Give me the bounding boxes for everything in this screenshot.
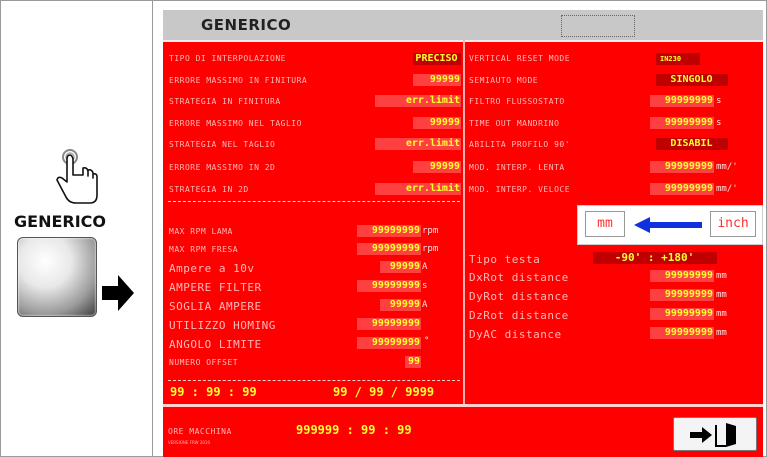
generico-label: GENERICO	[14, 212, 106, 231]
param-value[interactable]: err.limit	[375, 183, 461, 195]
param-label: Ampere a 10v	[169, 262, 255, 275]
page-title: GENERICO	[201, 16, 292, 34]
param-label: FILTRO FLUSSOSTATO	[469, 97, 565, 106]
param-label: TIME OUT MANDRINO	[469, 119, 560, 128]
param-unit: mm	[716, 328, 727, 338]
param-unit: mm	[716, 290, 727, 300]
param-unit: °	[424, 336, 430, 346]
param-label: DyAC distance	[469, 328, 562, 341]
param-unit: s	[716, 118, 722, 128]
machine-hours-value: 999999 : 99 : 99	[296, 423, 412, 437]
param-value[interactable]: DISABIL	[656, 138, 728, 150]
param-value[interactable]: 99999	[413, 161, 461, 173]
param-value[interactable]: err.limit	[375, 138, 461, 150]
param-value[interactable]: 99999	[380, 299, 421, 311]
param-value[interactable]: 99999	[413, 117, 461, 129]
dashed-separator-top	[168, 201, 460, 202]
param-label: DyRot distance	[469, 290, 569, 303]
param-value[interactable]: 99999999	[650, 327, 714, 339]
param-label: VERTICAL RESET MODE	[469, 54, 571, 63]
param-value[interactable]: 99999999	[357, 280, 421, 292]
param-label: ERRORE MASSIMO IN 2D	[169, 163, 276, 172]
title-bar: GENERICO	[163, 10, 763, 42]
time-display: 99 : 99 : 99	[170, 385, 257, 399]
left-divider	[152, 0, 153, 457]
param-unit: mm	[716, 309, 727, 319]
head-type-label: Tipo testa	[469, 253, 541, 266]
left-arrow-icon	[632, 215, 704, 239]
param-value[interactable]: 99999	[413, 74, 461, 86]
generico-button[interactable]	[17, 237, 97, 317]
param-unit: mm/'	[716, 162, 738, 172]
param-value[interactable]: 99999999	[650, 308, 714, 320]
dashed-separator-bottom	[168, 380, 460, 381]
param-label: ERRORE MASSIMO IN FINITURA	[169, 76, 308, 85]
param-value[interactable]: 99999999	[650, 289, 714, 301]
unit-selector: mm inch	[577, 205, 763, 245]
param-value[interactable]: 99	[405, 356, 421, 368]
param-unit: rpm	[422, 226, 439, 236]
param-label: SEMIAUTO MODE	[469, 76, 539, 85]
param-value[interactable]: err.limit	[375, 95, 461, 107]
exit-door-icon	[688, 422, 746, 452]
param-label: STRATEGIA NEL TAGLIO	[169, 140, 276, 149]
param-value[interactable]: 99999999	[650, 117, 714, 129]
param-label: MAX RPM LAMA	[169, 227, 233, 236]
param-label: MAX RPM FRESA	[169, 245, 239, 254]
param-unit: A	[422, 300, 428, 310]
footer-separator	[163, 404, 763, 407]
param-value[interactable]: 99999999	[650, 270, 714, 282]
right-arrow-icon	[100, 273, 136, 317]
param-value[interactable]: 99999999	[357, 337, 421, 349]
param-value[interactable]: IN230	[656, 53, 700, 65]
param-unit: A	[422, 262, 428, 272]
param-unit: rpm	[422, 244, 439, 254]
title-field	[561, 15, 635, 37]
param-unit: s	[422, 281, 428, 291]
param-label: SOGLIA AMPERE	[169, 300, 262, 313]
head-type-value[interactable]: -90' : +180'	[593, 252, 717, 264]
param-value[interactable]: 99999999	[357, 243, 421, 255]
param-value[interactable]: 99999999	[357, 318, 421, 330]
param-label: MOD. INTERP. LENTA	[469, 163, 565, 172]
param-label: MOD. INTERP. VELOCE	[469, 185, 571, 194]
param-label: STRATEGIA IN 2D	[169, 185, 249, 194]
param-value[interactable]: 99999	[380, 261, 421, 273]
param-unit: mm	[716, 271, 727, 281]
firmware-version: VERSIONE FRW 2010	[168, 440, 211, 445]
param-label: UTILIZZO HOMING	[169, 319, 276, 332]
param-label: NUMERO OFFSET	[169, 358, 239, 367]
column-separator	[463, 40, 465, 404]
param-value[interactable]: PRECISO	[413, 53, 461, 65]
inch-button[interactable]: inch	[710, 211, 756, 237]
param-label: TIPO DI INTERPOLAZIONE	[169, 54, 286, 63]
param-label: ERRORE MASSIMO NEL TAGLIO	[169, 119, 302, 128]
param-label: DxRot distance	[469, 271, 569, 284]
param-label: AMPERE FILTER	[169, 281, 262, 294]
date-display: 99 / 99 / 9999	[333, 385, 435, 399]
param-value[interactable]: 99999999	[650, 161, 714, 173]
param-value[interactable]: SINGOLO	[656, 74, 728, 86]
param-label: ANGOLO LIMITE	[169, 338, 262, 351]
param-unit: mm/'	[716, 184, 738, 194]
param-label: ABILITA PROFILO 90'	[469, 140, 571, 149]
pointer-hand-icon	[52, 147, 104, 207]
param-label: DzRot distance	[469, 309, 569, 322]
mm-button[interactable]: mm	[585, 211, 625, 237]
param-value[interactable]: 99999999	[650, 183, 714, 195]
param-value[interactable]: 99999999	[357, 225, 421, 237]
machine-hours-label: ORE MACCHINA	[168, 427, 232, 436]
exit-button[interactable]	[673, 417, 757, 451]
param-unit: s	[716, 96, 722, 106]
param-label: STRATEGIA IN FINITURA	[169, 97, 281, 106]
param-value[interactable]: 99999999	[650, 95, 714, 107]
